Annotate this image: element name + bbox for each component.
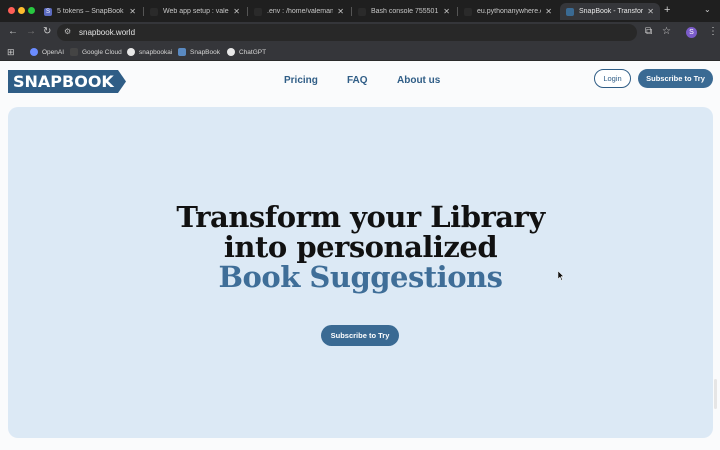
url-text[interactable]: snapbook.world (79, 28, 135, 37)
hero-heading: Transform your Library into personalized… (8, 202, 713, 292)
pythonanywhere-icon (358, 7, 366, 16)
hero-line-3-accent: Book Suggestions (218, 260, 503, 294)
profile-avatar[interactable]: S (686, 27, 697, 38)
hero-line-2: into personalized (223, 230, 498, 264)
bookmark-star-icon[interactable]: ☆ (662, 26, 671, 37)
close-window-button[interactable] (8, 7, 15, 14)
close-tab-icon[interactable]: ✕ (545, 7, 552, 16)
minimize-window-button[interactable] (18, 7, 25, 14)
pythonanywhere-icon (254, 7, 262, 16)
login-button[interactable]: Login (594, 69, 631, 88)
install-app-icon[interactable]: ⧉ (645, 26, 652, 37)
chatgpt-icon (227, 48, 235, 56)
bookmark-snapbookai[interactable]: snapbookai (127, 46, 172, 58)
snapbook-icon (178, 48, 186, 56)
apps-grid-icon[interactable]: ⊞ (7, 46, 15, 58)
subscribe-button-header[interactable]: Subscribe to Try (638, 69, 713, 88)
tab-2[interactable]: .env : /home/valeman10 ✕ (248, 3, 350, 20)
snapbook-logo[interactable]: SNAPBOOK (8, 70, 126, 93)
tab-title: Web app setup : valeri (163, 8, 230, 15)
bookmark-openai[interactable]: OpenAI (30, 46, 64, 58)
maximize-window-button[interactable] (28, 7, 35, 14)
tab-title: 5 tokens – SnapBook - (57, 8, 126, 15)
openai-icon (30, 48, 38, 56)
logo-text: SNAPBOOK (13, 72, 114, 91)
bookmark-snapbook[interactable]: SnapBook (178, 46, 220, 58)
forward-icon[interactable]: → (26, 26, 36, 38)
bookmark-google-cloud[interactable]: Google Cloud (70, 46, 122, 58)
tab-5-active[interactable]: SnapBook - Transform ✕ (560, 3, 660, 20)
tab-0[interactable]: S 5 tokens – SnapBook - ✕ (38, 3, 142, 20)
tab-3[interactable]: Bash console 755501 : ✕ (352, 3, 456, 20)
tab-1[interactable]: Web app setup : valeri ✕ (144, 3, 246, 20)
reload-icon[interactable]: ↻ (43, 26, 51, 38)
close-tab-icon[interactable]: ✕ (129, 7, 136, 16)
github-icon (127, 48, 135, 56)
subscribe-button-hero[interactable]: Subscribe to Try (321, 325, 399, 346)
bookmark-chatgpt[interactable]: ChatGPT (227, 46, 266, 58)
browser-window: S 5 tokens – SnapBook - ✕ Web app setup … (0, 0, 720, 450)
close-tab-icon[interactable]: ✕ (337, 7, 344, 16)
snapbook-favicon-icon (566, 7, 574, 16)
stripe-icon: S (44, 7, 52, 16)
nav-about-us[interactable]: About us (397, 75, 440, 86)
close-tab-icon[interactable]: ✕ (233, 7, 240, 16)
nav-faq[interactable]: FAQ (347, 75, 368, 86)
google-cloud-icon (70, 48, 78, 56)
bookmarks-bar: ⊞ OpenAI Google Cloud snapbookai SnapBoo… (0, 43, 720, 61)
menu-kebab-icon[interactable]: ⋮ (708, 26, 718, 37)
close-tab-icon[interactable]: ✕ (443, 7, 450, 16)
hero-section: Transform your Library into personalized… (8, 107, 713, 438)
nav-pricing[interactable]: Pricing (284, 75, 318, 86)
tab-title: .env : /home/valeman10 (267, 8, 334, 15)
chevron-down-icon[interactable]: ⌄ (704, 5, 711, 14)
tab-title: SnapBook - Transform (579, 8, 644, 15)
site-info-icon[interactable]: ⚙ (64, 27, 71, 36)
address-bar[interactable]: ⚙ snapbook.world (57, 24, 637, 41)
browser-toolbar: ← → ↻ ⚙ snapbook.world ⧉ ☆ S ⋮ (0, 22, 720, 43)
tab-title: Bash console 755501 : (371, 8, 440, 15)
scrollbar[interactable] (714, 379, 717, 409)
pythonanywhere-icon (464, 7, 472, 16)
web-page: SNAPBOOK Pricing FAQ About us Login Subs… (0, 61, 720, 450)
hero-line-1: Transform your Library (176, 200, 545, 234)
tab-4[interactable]: eu.pythonanywhere.com ✕ (458, 3, 558, 20)
back-icon[interactable]: ← (8, 26, 18, 38)
close-tab-icon[interactable]: ✕ (647, 7, 654, 16)
pythonanywhere-icon (150, 7, 158, 16)
tab-title: eu.pythonanywhere.com (477, 8, 541, 15)
mouse-cursor-icon (558, 271, 564, 281)
new-tab-icon[interactable]: + (664, 4, 670, 16)
tab-strip: S 5 tokens – SnapBook - ✕ Web app setup … (0, 0, 720, 22)
